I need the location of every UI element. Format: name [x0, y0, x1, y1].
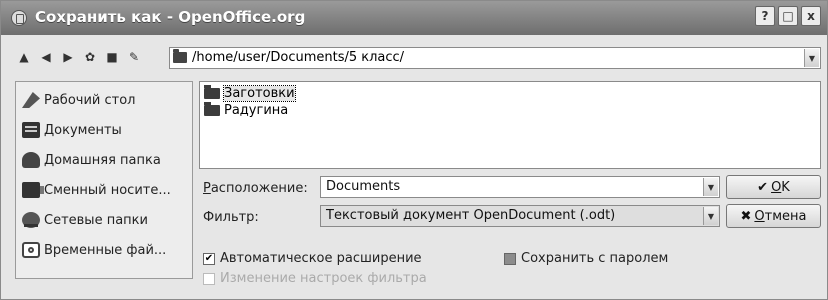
place-temp-files[interactable]: Временные фай...	[22, 239, 166, 261]
window-controls: ? □ x	[755, 6, 821, 26]
list-item[interactable]: Радугина	[204, 102, 288, 119]
cancel-button[interactable]: ✖ Отмена	[726, 204, 821, 228]
save-as-dialog: Сохранить как - OpenOffice.org ? □ x ▲ ◀…	[0, 0, 828, 300]
place-label: Временные фай...	[44, 242, 167, 258]
places-sidebar: Рабочий стол Документы Домашняя папка См…	[15, 81, 193, 279]
navigation-toolbar: ▲ ◀ ▶ ✿ ■ ✎	[15, 48, 143, 66]
ok-button[interactable]: ✔ OK	[726, 175, 821, 199]
location-input[interactable]: Documents ▼	[320, 176, 720, 198]
save-password-label: Сохранить с паролем	[521, 251, 669, 266]
path-value: /home/user/Documents/5 класс/	[192, 50, 405, 65]
chevron-down-icon[interactable]: ▼	[804, 49, 819, 67]
close-button[interactable]: x	[801, 6, 821, 26]
title-bar[interactable]: Сохранить как - OpenOffice.org ? □ x	[1, 1, 827, 35]
location-label: Расположение:	[203, 181, 308, 196]
folder-icon	[204, 85, 220, 99]
removable-media-icon	[22, 182, 44, 198]
cancel-icon: ✖	[740, 208, 752, 224]
help-button[interactable]: ?	[755, 6, 775, 26]
file-name: Заготовки	[223, 85, 296, 102]
chevron-down-icon[interactable]: ▼	[703, 178, 718, 196]
place-network[interactable]: Сетевые папки	[22, 209, 148, 231]
edit-filter-checkbox: Изменение настроек фильтра	[203, 271, 427, 286]
window-title: Сохранить как - OpenOffice.org	[35, 8, 306, 26]
cancel-label: Отмена	[754, 208, 807, 224]
documents-icon	[22, 122, 40, 138]
path-combo[interactable]: /home/user/Documents/5 класс/ ▼	[169, 47, 821, 69]
edit-filter-label: Изменение настроек фильтра	[220, 271, 427, 286]
temp-files-icon	[22, 242, 40, 258]
location-value: Documents	[326, 179, 401, 194]
checkbox-icon	[203, 272, 215, 285]
folder-icon	[204, 102, 220, 116]
ok-label: OK	[771, 179, 790, 195]
place-label: Домашняя папка	[44, 152, 161, 168]
home-folder-icon	[22, 152, 40, 168]
settings-icon[interactable]: ✿	[81, 48, 99, 66]
list-item[interactable]: Заготовки	[204, 85, 296, 102]
filter-value: Текстовый документ OpenDocument (.odt)	[326, 208, 616, 223]
tools-icon[interactable]: ✎	[125, 48, 143, 66]
folder-icon	[173, 49, 187, 63]
checkbox-checked-icon[interactable]: ✔	[203, 252, 215, 265]
back-icon[interactable]: ◀	[37, 48, 55, 66]
chevron-down-icon[interactable]: ▼	[703, 207, 718, 225]
place-home[interactable]: Домашняя папка	[22, 149, 161, 171]
filter-select[interactable]: Текстовый документ OpenDocument (.odt) ▼	[320, 205, 720, 227]
checkmark-icon: ✔	[757, 179, 769, 195]
maximize-button[interactable]: □	[778, 6, 798, 26]
up-icon[interactable]: ▲	[15, 48, 33, 66]
file-list[interactable]: Заготовки Радугина	[199, 81, 821, 169]
openoffice-icon	[11, 10, 27, 26]
desktop-icon	[22, 92, 40, 108]
auto-extension-checkbox[interactable]: ✔ Автоматическое расширение	[203, 251, 422, 266]
save-password-checkbox[interactable]: Сохранить с паролем	[504, 251, 668, 266]
network-folders-icon	[22, 212, 40, 228]
forward-icon[interactable]: ▶	[59, 48, 77, 66]
new-folder-icon[interactable]: ■	[103, 48, 121, 66]
place-label: Документы	[44, 122, 122, 138]
checkbox-icon[interactable]	[504, 252, 516, 265]
place-label: Сменный носите...	[44, 182, 171, 198]
place-label: Рабочий стол	[44, 92, 136, 108]
auto-extension-label: Автоматическое расширение	[220, 251, 422, 266]
place-documents[interactable]: Документы	[22, 119, 122, 141]
place-removable-media[interactable]: Сменный носите...	[22, 179, 171, 201]
filter-label: Фильтр:	[203, 210, 259, 225]
file-name: Радугина	[224, 103, 289, 118]
place-desktop[interactable]: Рабочий стол	[22, 89, 135, 111]
place-label: Сетевые папки	[44, 212, 148, 228]
